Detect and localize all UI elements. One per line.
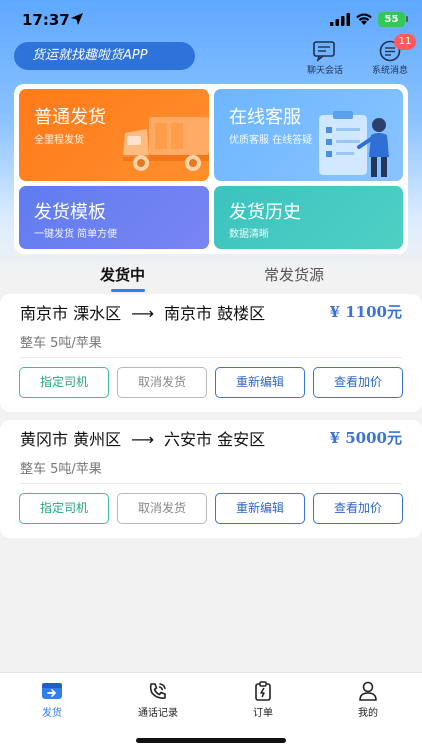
- tile-online-support-title: 在线客服: [229, 107, 301, 128]
- battery-level: 55: [384, 14, 399, 25]
- nav-label-orders: 订单: [253, 708, 273, 719]
- route-arrow-icon: ⟶: [131, 430, 155, 449]
- chat-bubble-icon: [313, 41, 335, 62]
- chat-sessions-label: 聊天会话: [306, 66, 343, 76]
- assign-driver-button[interactable]: 指定司机: [19, 493, 109, 524]
- home-indicator: [136, 738, 286, 743]
- unread-messages-badge: 11: [394, 34, 416, 50]
- nav-item-orders[interactable]: 订单: [223, 681, 303, 719]
- assign-driver-button[interactable]: 指定司机: [19, 367, 109, 398]
- chat-sessions-button[interactable]: 聊天会话: [295, 40, 355, 76]
- card-divider: [20, 483, 402, 484]
- cancel-shipping-button[interactable]: 取消发货: [117, 367, 207, 398]
- tab-shipping-in-progress[interactable]: 发货中: [100, 264, 145, 285]
- battery-icon: 55: [378, 12, 405, 27]
- system-messages-label: 系统消息: [371, 66, 408, 76]
- shipping-box-icon: [42, 683, 62, 699]
- nav-item-profile[interactable]: 我的: [328, 681, 408, 719]
- tile-shipping-history-title: 发货历史: [229, 202, 301, 223]
- tile-shipping-history[interactable]: 发货历史 数据清晰: [214, 186, 403, 249]
- tile-normal-shipping-subtitle: 全里程发货: [34, 135, 84, 146]
- tile-normal-shipping-title: 普通发货: [34, 107, 106, 128]
- view-price-increase-button[interactable]: 查看加价: [313, 367, 403, 398]
- re-edit-button[interactable]: 重新编辑: [215, 493, 305, 524]
- location-arrow-icon: [71, 13, 83, 25]
- tile-shipping-template-subtitle: 一键发货 简单方便: [34, 229, 118, 240]
- active-tab-indicator: [111, 289, 145, 292]
- order-route: 南京市 溧水区 ⟶ 南京市 鼓楼区: [20, 300, 265, 324]
- destination-location: 六安市 金安区: [164, 430, 266, 449]
- order-price: ¥ 5000元: [329, 429, 402, 447]
- tile-online-support[interactable]: 在线客服 优质客服 在线答疑: [214, 89, 403, 181]
- nav-item-shipping[interactable]: 发货: [12, 681, 92, 719]
- tile-shipping-history-subtitle: 数据清晰: [229, 229, 269, 240]
- order-card[interactable]: 南京市 溧水区 ⟶ 南京市 鼓楼区 ¥ 1100元 整车 5吨/苹果 指定司机 取消…: [0, 294, 422, 412]
- route-arrow-icon: ⟶: [131, 304, 155, 323]
- order-route: 黄冈市 黄州区 ⟶ 六安市 金安区: [20, 426, 265, 450]
- nav-label-call-records: 通话记录: [138, 708, 178, 719]
- cellular-signal-icon: [330, 13, 350, 26]
- card-divider: [20, 357, 402, 358]
- view-price-increase-button[interactable]: 查看加价: [313, 493, 403, 524]
- tile-shipping-template-title: 发货模板: [34, 202, 106, 223]
- status-bar: 17:37 55: [0, 0, 422, 40]
- nav-item-call-records[interactable]: 通话记录: [118, 681, 198, 719]
- cancel-shipping-button[interactable]: 取消发货: [117, 493, 207, 524]
- profile-icon: [359, 681, 377, 701]
- tile-online-support-subtitle: 优质客服 在线答疑: [229, 135, 313, 146]
- re-edit-button[interactable]: 重新编辑: [215, 367, 305, 398]
- order-cargo-spec: 整车 5吨/苹果: [20, 336, 102, 351]
- order-card[interactable]: 黄冈市 黄州区 ⟶ 六安市 金安区 ¥ 5000元 整车 5吨/苹果 指定司机 取消…: [0, 420, 422, 538]
- battery-tip: [406, 16, 408, 22]
- status-time: 17:37: [22, 11, 70, 29]
- phone-call-icon: [149, 683, 166, 699]
- tab-frequent-sources[interactable]: 常发货源: [264, 264, 324, 285]
- origin-location: 黄冈市 黄州区: [20, 430, 122, 449]
- system-messages-button[interactable]: 系统消息 11: [360, 34, 420, 76]
- app-slogan-banner: 货运就找趣啦货APP: [14, 42, 195, 70]
- feature-tiles-panel: 普通发货 全里程发货 在线客服 优质客服 在线答疑 发货模板 一键发货 简单方便…: [14, 84, 408, 254]
- tile-normal-shipping[interactable]: 普通发货 全里程发货: [19, 89, 209, 181]
- nav-label-shipping: 发货: [42, 708, 62, 719]
- nav-label-profile: 我的: [358, 708, 378, 719]
- wifi-icon: [356, 13, 372, 25]
- customer-service-checklist-icon: [319, 111, 389, 177]
- origin-location: 南京市 溧水区: [20, 304, 122, 323]
- destination-location: 南京市 鼓楼区: [164, 304, 266, 323]
- tile-shipping-template[interactable]: 发货模板 一键发货 简单方便: [19, 186, 209, 249]
- order-clipboard-icon: [255, 681, 271, 701]
- delivery-truck-icon: [123, 117, 209, 171]
- order-price: ¥ 1100元: [329, 303, 402, 321]
- order-cargo-spec: 整车 5吨/苹果: [20, 462, 102, 477]
